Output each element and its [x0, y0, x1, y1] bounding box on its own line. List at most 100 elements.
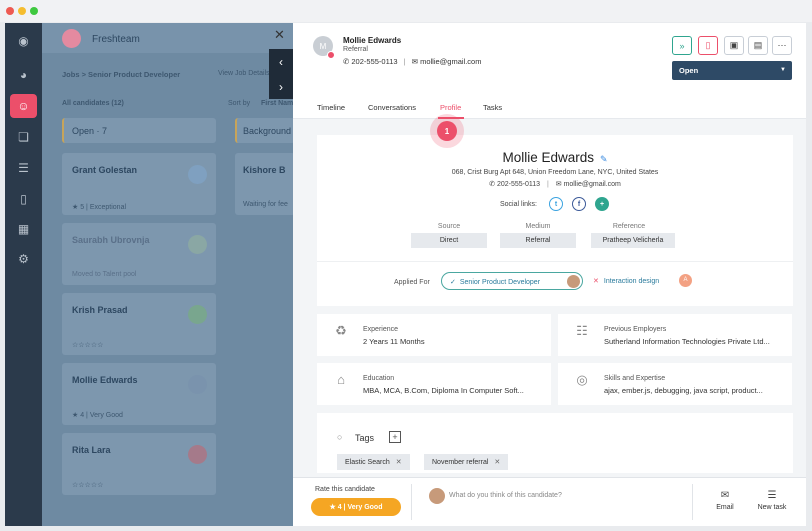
reject-icon[interactable]: ▯ [698, 36, 718, 55]
education-title: Education [363, 375, 395, 382]
maximize-window-dot[interactable] [30, 7, 38, 15]
candidate-card-name: Rita Lara [72, 445, 111, 455]
more-options-icon[interactable]: ⋯ [772, 36, 792, 55]
tag-chip[interactable]: November referral ✕ [424, 454, 509, 470]
tab-conversations[interactable]: Conversations [368, 103, 416, 112]
previous-candidate-icon[interactable]: ‹ [269, 49, 293, 74]
status-dropdown[interactable]: Open ▼ [672, 61, 792, 80]
tags-card: ○ Tags + Elastic Search ✕ November referr… [317, 413, 793, 473]
tag-label: Elastic Search [345, 459, 390, 466]
reference-label: Reference [612, 223, 646, 230]
applied-job-interaction-design[interactable]: ✕ Interaction design A [589, 272, 694, 290]
new-task-button[interactable]: ☰ New task [750, 490, 794, 511]
logo-icon[interactable]: ◉ [10, 29, 37, 53]
candidate-header: M Mollie Edwards Referral ✆ 202-555-0113… [293, 23, 806, 94]
minimize-window-dot[interactable] [18, 7, 26, 15]
id-badge-icon: ☷ [576, 323, 588, 338]
medium-value: Referral [500, 233, 576, 248]
candidate-source: Referral [343, 46, 368, 53]
move-forward-icon[interactable]: » [672, 36, 692, 55]
sort-value[interactable]: First Name [261, 100, 297, 107]
tab-tasks[interactable]: Tasks [483, 103, 502, 112]
skills-value: ajax, ember.js, debugging, java script, … [604, 386, 763, 395]
profile-contact: ✆ 202-555-0113 | ✉ mollie@gmail.com [317, 180, 793, 188]
close-panel-icon[interactable]: ✕ [274, 27, 285, 43]
contact-divider: | [546, 181, 549, 188]
candidate-card-rating: ☆☆☆☆☆ [72, 342, 104, 349]
tasks-icon[interactable]: ☰ [10, 156, 37, 180]
candidate-panel: M Mollie Edwards Referral ✆ 202-555-0113… [293, 23, 806, 526]
schedule-icon[interactable]: ▤ [748, 36, 768, 55]
candidate-card-status: Waiting for fee [243, 201, 288, 208]
new-task-label: New task [757, 504, 787, 511]
tab-profile[interactable]: Profile [440, 103, 461, 112]
source-label: Source [437, 223, 461, 230]
tag-chip[interactable]: Elastic Search ✕ [337, 454, 410, 470]
applied-job-senior-product-developer[interactable]: ✓ Senior Product Developer [441, 272, 583, 290]
reports-icon[interactable]: ▦ [10, 217, 37, 241]
twitter-icon[interactable]: t [549, 197, 563, 211]
experience-card: ♻ Experience 2 Years 11 Months [317, 314, 551, 356]
edit-icon[interactable]: ✎ [600, 154, 608, 165]
rating-button[interactable]: ★ 4 | Very Good [311, 498, 401, 516]
profile-card: Mollie Edwards ✎ 068, Crist Burg Apt 648,… [317, 135, 793, 261]
panel-footer: Rate this candidate ★ 4 | Very Good What… [293, 477, 806, 526]
profile-phone[interactable]: 202-555-0113 [497, 181, 540, 188]
phone-icon: ✆ [489, 181, 495, 188]
applied-for-section: Applied For ✓ Senior Product Developer ✕ I… [317, 261, 793, 306]
candidate-card-name: Saurabh Ubrovnja [72, 235, 150, 245]
jobs-icon[interactable]: ❏ [10, 125, 37, 149]
avatar [188, 235, 207, 254]
candidate-name: Mollie Edwards [343, 36, 402, 45]
contact-divider: | [403, 57, 406, 66]
candidate-card-rating: ★ 4 | Very Good [72, 412, 123, 419]
candidate-card-status: Moved to Talent pool [72, 271, 137, 278]
column-background-title: Background [243, 126, 292, 136]
institution-icon: ⌂ [337, 372, 345, 387]
documents-icon[interactable]: ▯ [10, 187, 37, 211]
social-links-label: Social links: [500, 201, 537, 208]
candidate-card-name: Mollie Edwards [72, 375, 138, 385]
close-icon[interactable]: ✕ [494, 459, 500, 466]
status-badge [327, 51, 335, 59]
mail-icon: ✉ [555, 181, 562, 188]
checklist-icon: ☰ [767, 490, 777, 501]
check-icon: ✓ [450, 279, 456, 286]
education-card: ⌂ Education MBA, MCA, B.Com, Diploma In … [317, 363, 551, 405]
comment-input[interactable]: What do you think of this candidate? [449, 492, 562, 499]
add-tag-icon[interactable]: + [389, 431, 401, 443]
candidates-icon[interactable]: ☺ [10, 94, 37, 118]
next-candidate-icon[interactable]: › [269, 74, 293, 99]
trophy-icon: ♻ [335, 323, 347, 338]
reference-value: Pratheep Velicherla [591, 233, 675, 248]
email-button[interactable]: ✉ Email [703, 490, 747, 511]
profile-email[interactable]: mollie@gmail.com [564, 181, 621, 188]
avatar: A [679, 274, 692, 287]
employers-title: Previous Employers [604, 326, 667, 333]
tab-timeline[interactable]: Timeline [317, 103, 345, 112]
add-social-icon[interactable]: + [595, 197, 609, 211]
candidate-card-rating: ☆☆☆☆☆ [72, 482, 104, 489]
facebook-icon[interactable]: f [572, 197, 586, 211]
breadcrumb[interactable]: Jobs > Senior Product Developer [62, 70, 180, 79]
candidate-filter[interactable]: All candidates (12) [62, 100, 124, 107]
job-title: Senior Product Developer [459, 279, 541, 286]
profile-address: 068, Crist Burg Apt 648, Union Freedom L… [451, 169, 659, 176]
dashboard-icon[interactable]: ◕ [10, 63, 37, 87]
mail-icon: ✉ [720, 490, 730, 501]
app-window: ◉ ◕ ☺ ❏ ☰ ▯ ▦ ⚙ Freshteam Jobs > Senior … [5, 23, 806, 526]
tag-icon: ○ [337, 432, 343, 442]
rate-label: Rate this candidate [315, 486, 375, 493]
candidate-email[interactable]: mollie@gmail.com [420, 57, 481, 66]
close-window-dot[interactable] [6, 7, 14, 15]
view-job-link[interactable]: View Job Details [218, 70, 270, 77]
archive-icon[interactable]: ▣ [724, 36, 744, 55]
avatar [188, 375, 207, 394]
employers-card: ☷ Previous Employers Sutherland Informat… [558, 314, 792, 356]
candidate-navigator: ‹ › [269, 49, 293, 99]
candidate-phone[interactable]: 202-555-0113 [351, 57, 397, 66]
settings-icon[interactable]: ⚙ [10, 247, 37, 271]
step-marker[interactable]: 1 [437, 121, 457, 141]
avatar [188, 445, 207, 464]
close-icon[interactable]: ✕ [396, 459, 402, 466]
